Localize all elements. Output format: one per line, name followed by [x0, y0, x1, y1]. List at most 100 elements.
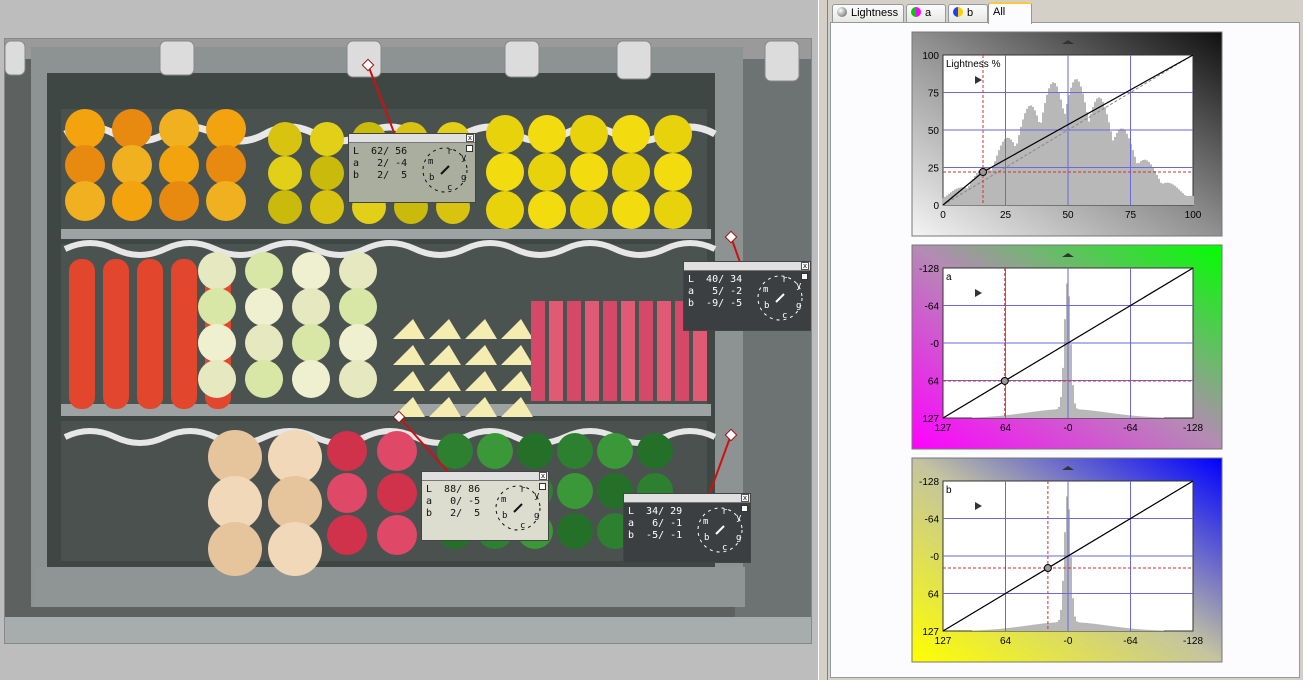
close-icon[interactable]: x: [466, 134, 474, 142]
svg-text:c: c: [782, 311, 787, 321]
pane-splitter[interactable]: [818, 0, 828, 680]
b-channel-icon: [953, 7, 963, 17]
curve-label: Lightness %: [946, 59, 1001, 70]
control-point-handle: [979, 168, 987, 176]
x-tick-label: 25: [1000, 210, 1012, 221]
image-canvas-pane: x L 62/ 56 a 2/ -4 b 2/ 5 mrygcb x L 40/…: [0, 0, 818, 680]
probe-a-value: a 5/ -2: [688, 286, 743, 297]
channel-tabstrip: Lightness a b All: [830, 2, 1300, 24]
y-tick-label: -0: [930, 339, 939, 350]
probe-titlebar[interactable]: x: [349, 134, 475, 143]
curves-panel: Lightness a b All Lightness % 100 75 50 …: [828, 0, 1303, 680]
close-icon[interactable]: x: [741, 494, 749, 502]
curve-label: b: [946, 485, 952, 496]
y-tick-label: -64: [925, 302, 940, 313]
y-tick-label: -128: [919, 477, 939, 488]
probe-a-value: a 2/ -4: [353, 158, 408, 169]
y-tick-label: 25: [928, 164, 940, 175]
svg-text:r: r: [520, 485, 526, 495]
close-icon[interactable]: x: [539, 472, 547, 480]
y-tick-label: 75: [928, 89, 940, 100]
probe-b-value: b 2/ 5: [353, 170, 408, 181]
svg-text:b: b: [502, 511, 507, 521]
curve-label: a: [946, 272, 952, 283]
x-tick-label: -64: [1123, 423, 1138, 434]
y-tick-label: 0: [933, 201, 939, 212]
lightness-curve-panel[interactable]: Lightness % 100 75 50 25 00 25 50 75 100: [911, 31, 1223, 237]
probe-titlebar[interactable]: x: [624, 494, 750, 503]
y-tick-label: 50: [928, 126, 940, 137]
x-tick-label: 75: [1125, 210, 1137, 221]
svg-text:b: b: [764, 301, 769, 311]
control-point-handle: [1043, 564, 1052, 573]
y-tick-label: -64: [925, 515, 940, 526]
tab-b[interactable]: b: [948, 4, 988, 23]
svg-text:g: g: [736, 533, 741, 543]
color-probe-3[interactable]: x L 88/ 86 a 0/ -5 b 2/ 5 m rygc b: [421, 471, 549, 541]
y-tick-label: -128: [919, 264, 939, 275]
svg-text:r: r: [782, 275, 788, 285]
hue-dial-icon: m rygc b: [697, 507, 743, 553]
tab-a[interactable]: a: [906, 4, 946, 23]
x-tick-label: -128: [1183, 636, 1203, 647]
svg-text:b: b: [704, 533, 709, 543]
curves-canvas: Lightness % 100 75 50 25 00 25 50 75 100 a -128 -64…: [911, 31, 1223, 663]
x-tick-label: 127: [935, 636, 952, 647]
x-tick-label: 100: [1185, 210, 1202, 221]
x-tick-label: 50: [1062, 210, 1074, 221]
x-tick-label: 64: [1000, 636, 1012, 647]
hue-dial-icon: m rygc b: [757, 275, 803, 321]
b-curve-panel[interactable]: b-128-64-064127127 64 -0 -64 -128: [911, 457, 1223, 663]
x-tick-label: -0: [1064, 423, 1073, 434]
tab-label: a: [925, 7, 932, 19]
y-tick-label: 64: [928, 377, 940, 388]
tab-label: b: [967, 7, 974, 19]
y-tick-label: 64: [928, 590, 940, 601]
a-curve-panel[interactable]: a-128-64-064127127 64 -0 -64 -128: [911, 244, 1223, 450]
x-tick-label: 64: [1000, 423, 1012, 434]
color-probe-2[interactable]: x L 40/ 34 a 5/ -2 b -9/ -5 m rygc b: [683, 261, 811, 331]
close-icon[interactable]: x: [801, 262, 809, 270]
tab-all[interactable]: All: [988, 2, 1032, 24]
probe-titlebar[interactable]: x: [684, 262, 810, 271]
photo-canvas[interactable]: x L 62/ 56 a 2/ -4 b 2/ 5 mrygcb x L 40/…: [4, 38, 812, 644]
color-probe-1[interactable]: x L 62/ 56 a 2/ -4 b 2/ 5 m rygc b: [348, 133, 476, 203]
svg-text:y: y: [736, 513, 742, 523]
svg-text:c: c: [520, 521, 525, 531]
x-tick-label: -128: [1183, 423, 1203, 434]
probe-l-value: L 34/ 29: [628, 506, 683, 517]
tab-label: All: [993, 6, 1006, 18]
a-channel-icon: [911, 7, 921, 17]
svg-text:m: m: [763, 285, 768, 295]
color-probe-4[interactable]: x L 34/ 29 a 6/ -1 b -5/ -1 m rygc b: [623, 493, 751, 563]
svg-text:g: g: [461, 173, 466, 183]
tab-lightness[interactable]: Lightness: [832, 4, 904, 23]
probe-b-value: b 2/ 5: [426, 508, 481, 519]
svg-text:c: c: [447, 183, 452, 193]
hue-dial-icon: m rygc b: [495, 485, 541, 531]
probe-a-value: a 0/ -5: [426, 496, 481, 507]
svg-text:m: m: [703, 517, 708, 527]
svg-text:m: m: [501, 495, 506, 505]
svg-text:b: b: [429, 173, 434, 183]
svg-text:r: r: [722, 507, 728, 517]
x-tick-label: -0: [1064, 636, 1073, 647]
svg-text:y: y: [461, 153, 467, 163]
x-tick-label: 0: [940, 210, 946, 221]
probe-titlebar[interactable]: x: [422, 472, 548, 481]
probe-b-value: b -5/ -1: [628, 530, 683, 541]
lightness-channel-icon: [837, 7, 847, 17]
svg-text:c: c: [722, 543, 727, 553]
control-point-handle: [1000, 376, 1009, 385]
svg-text:r: r: [447, 147, 453, 157]
x-tick-label: 127: [935, 423, 952, 434]
probe-l-value: L 88/ 86: [426, 484, 481, 495]
svg-text:y: y: [534, 491, 540, 501]
y-tick-label: -0: [930, 552, 939, 563]
probe-l-value: L 40/ 34: [688, 274, 743, 285]
svg-text:y: y: [796, 281, 802, 291]
svg-text:g: g: [796, 301, 801, 311]
probe-a-value: a 6/ -1: [628, 518, 683, 529]
tab-content-all: Lightness % 100 75 50 25 0 0 25 50 75 100 a -128 -64…: [830, 22, 1300, 678]
probe-b-value: b -9/ -5: [688, 298, 743, 309]
